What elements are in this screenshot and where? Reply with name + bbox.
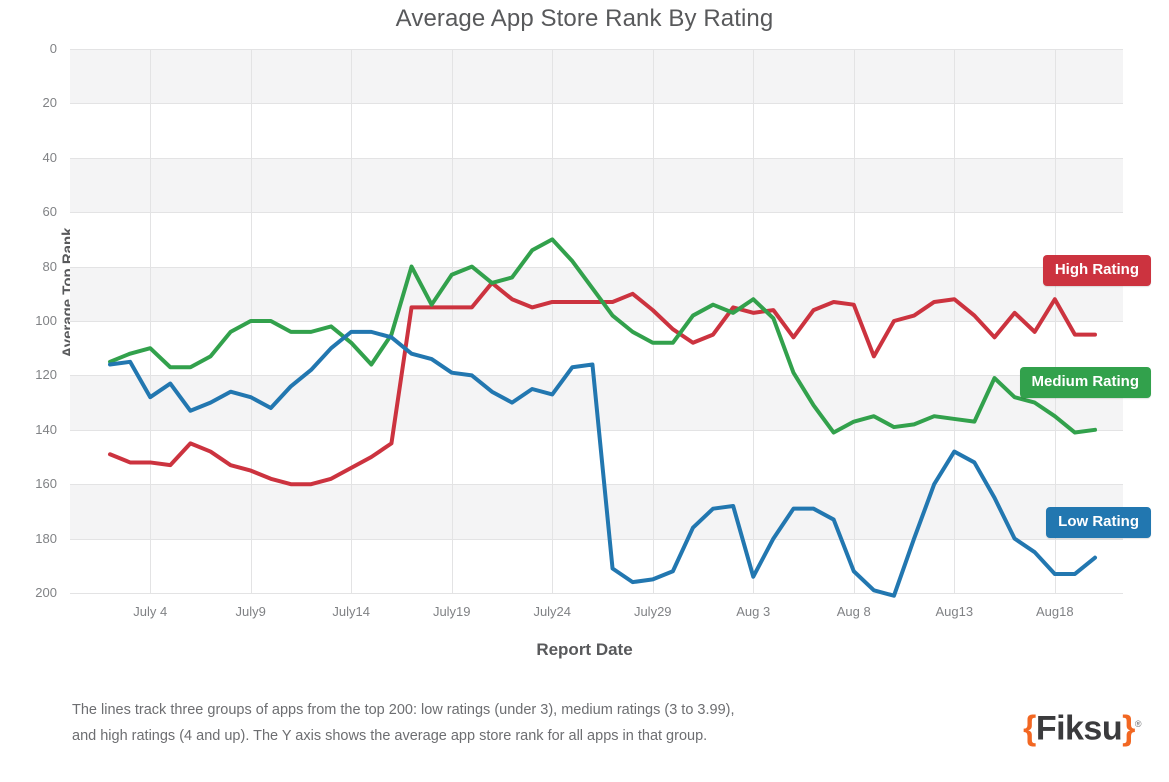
y-axis-tick-label: 60 (42, 204, 57, 220)
registered-trademark-icon: ® (1134, 719, 1142, 729)
legend-item-medium[interactable]: Medium Rating (1019, 367, 1151, 398)
x-axis-tick-label: Aug18 (1035, 604, 1074, 619)
y-axis-tick-label: 160 (35, 476, 57, 492)
y-axis-tick-label: 180 (35, 530, 57, 546)
y-axis-tick-label: 200 (35, 585, 57, 600)
footer-note-line-2: and high ratings (4 and up). The Y axis … (72, 728, 708, 744)
y-axis-tick-label: 20 (42, 95, 57, 111)
footer-note-line-1: The lines track three groups of apps fro… (72, 702, 735, 718)
x-axis-title: Report Date (536, 640, 633, 659)
y-axis-tick-label: 0 (49, 41, 57, 56)
series-lines (108, 237, 1097, 598)
y-axis-tick-label: 40 (42, 149, 57, 165)
y-axis-tick-label: 120 (35, 367, 57, 383)
legend-item-low[interactable]: Low Rating (1046, 507, 1151, 538)
chart-page: Average App Store Rank By Rating Average… (0, 0, 1169, 782)
footer-note: The lines track three groups of apps fro… (72, 697, 852, 749)
logo-wordmark: Fiksu (1035, 709, 1123, 748)
series-line-medium-rating (108, 237, 1097, 435)
y-axis-tick-label: 80 (42, 258, 57, 274)
fiksu-logo: {Fiksu}® (1023, 704, 1141, 748)
series-line-low-rating (108, 329, 1097, 598)
gridline-horizontal (70, 593, 1123, 594)
logo-right-brace: } (1122, 709, 1135, 748)
page-title: Average App Store Rank By Rating (395, 5, 774, 32)
y-axis-tick-label: 100 (35, 313, 57, 328)
plot-area (70, 49, 1123, 598)
legend-item-high[interactable]: High Rating (1042, 255, 1151, 286)
y-axis-tick-label: 140 (35, 421, 57, 437)
logo-left-brace: { (1023, 709, 1036, 748)
